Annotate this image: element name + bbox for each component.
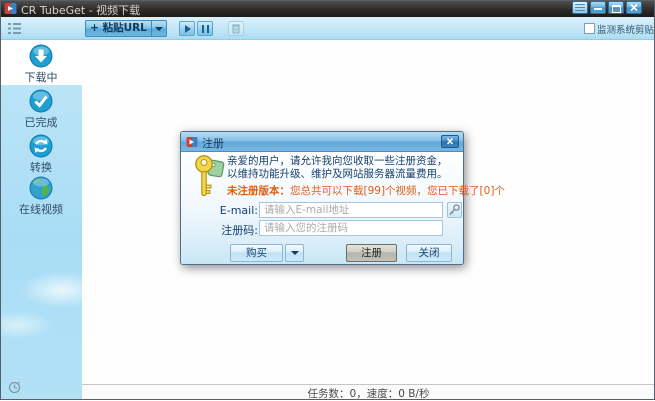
download-icon xyxy=(29,44,53,68)
sidebar-item-online-videos[interactable]: 在线视频 xyxy=(0,172,82,218)
key-art-icon xyxy=(194,154,226,200)
clipboard-monitor-label: 监测系统剪贴板 xyxy=(597,22,655,36)
sidebar-item-label: 已完成 xyxy=(0,114,82,130)
status-text: 任务数：0，速度：0 B/秒 xyxy=(82,386,655,401)
close-button[interactable]: 关闭 xyxy=(406,244,452,262)
dialog-title: 注册 xyxy=(202,135,224,151)
regcode-field[interactable] xyxy=(259,220,443,236)
paste-dropdown-icon[interactable] xyxy=(151,20,167,37)
clipboard-monitor-checkbox[interactable] xyxy=(584,23,595,34)
register-dialog: 注册 亲爱的用户，请允许我向您收取一些注册资金，以维持功能升级、维护及网站服务器… xyxy=(180,131,464,265)
maximize-icon[interactable] xyxy=(608,1,624,14)
warning-text: 您总共可以下载[99]个视频，您已下载了[0]个 xyxy=(290,185,505,197)
pause-icon[interactable] xyxy=(197,21,213,36)
sidebar-item-label: 在线视频 xyxy=(0,201,82,217)
trash-icon[interactable] xyxy=(228,21,244,36)
email-field[interactable] xyxy=(259,202,443,218)
close-icon[interactable] xyxy=(626,1,642,14)
regcode-label: 注册码: xyxy=(218,222,258,238)
register-button[interactable]: 注册 xyxy=(346,244,397,262)
key-button-icon[interactable] xyxy=(447,202,462,218)
email-label: E-mail: xyxy=(218,204,258,217)
toolbar: + 粘贴URL 监测系统剪贴板 xyxy=(0,17,655,40)
dialog-body: 亲爱的用户，请允许我向您收取一些注册资金，以维持功能升级、维护及网站服务器流量费… xyxy=(181,152,463,264)
status-bar: 任务数：0，速度：0 B/秒 xyxy=(82,384,655,400)
sidebar: 下载中 已完成 转换 在线视频 xyxy=(0,40,82,400)
convert-icon xyxy=(29,134,53,158)
dialog-titlebar[interactable]: 注册 xyxy=(181,132,463,152)
minimize-icon[interactable] xyxy=(590,1,606,14)
buy-button[interactable]: 购买 xyxy=(230,244,283,262)
grid-icon[interactable] xyxy=(8,22,21,35)
menu-icon[interactable] xyxy=(572,1,588,14)
app-icon xyxy=(4,2,17,15)
dialog-close-icon[interactable] xyxy=(441,135,459,148)
buy-dropdown-icon[interactable] xyxy=(285,244,304,262)
paste-url-button[interactable]: + 粘贴URL xyxy=(85,20,152,37)
warning-prefix: 未注册版本： xyxy=(227,185,290,197)
clock-icon[interactable] xyxy=(8,381,21,394)
globe-icon xyxy=(29,176,53,200)
sidebar-item-label: 下载中 xyxy=(0,69,82,85)
sidebar-item-completed[interactable]: 已完成 xyxy=(0,85,82,130)
sidebar-item-convert[interactable]: 转换 xyxy=(0,130,82,172)
window-title: CR TubeGet - 视频下载 xyxy=(21,2,140,18)
play-icon[interactable] xyxy=(179,21,195,36)
dialog-icon xyxy=(186,136,198,148)
window-titlebar: CR TubeGet - 视频下载 xyxy=(0,0,655,17)
check-icon xyxy=(29,89,53,113)
dialog-message: 亲爱的用户，请允许我向您收取一些注册资金，以维持功能升级、维护及网站服务器流量费… xyxy=(227,155,455,181)
dialog-warning: 未注册版本：您总共可以下载[99]个视频，您已下载了[0]个 xyxy=(227,183,457,198)
sidebar-item-downloading[interactable]: 下载中 xyxy=(0,40,82,85)
